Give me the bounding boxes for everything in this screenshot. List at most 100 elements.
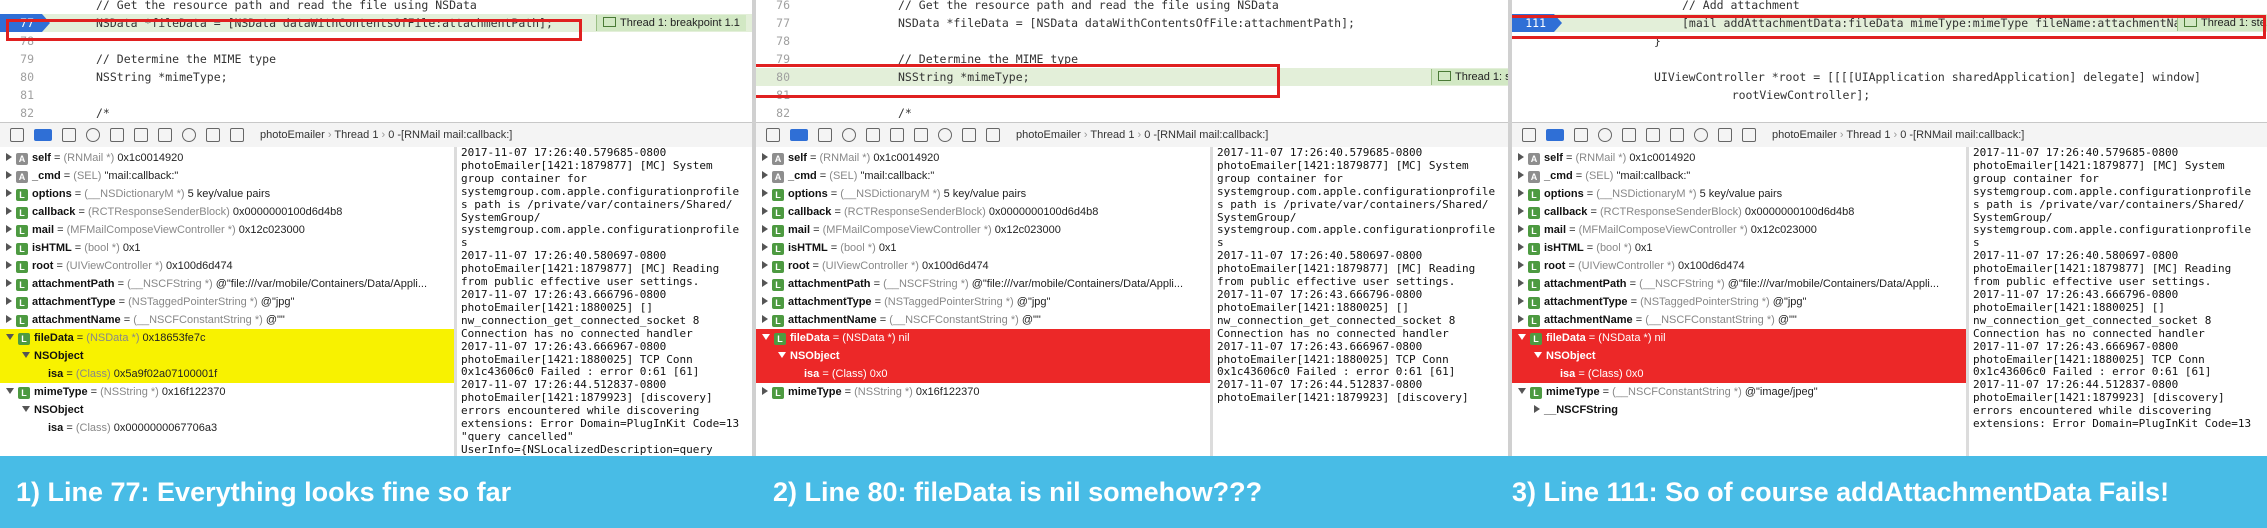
disclosure-collapsed-icon[interactable]	[1518, 207, 1524, 215]
variable-row[interactable]: LmimeType = (NSString *) 0x16f122370	[756, 383, 1210, 401]
step-over-icon[interactable]	[842, 128, 856, 142]
disclosure-collapsed-icon[interactable]	[762, 153, 768, 161]
breadcrumb-app[interactable]: photoEmailer	[1772, 129, 1837, 141]
variable-row[interactable]: LattachmentType = (NSTaggedPointerString…	[0, 293, 454, 311]
hide-debug-area-icon[interactable]	[1522, 128, 1536, 142]
line-number[interactable]	[1512, 0, 1554, 14]
code-line[interactable]: 82 /*	[756, 104, 1508, 122]
line-number[interactable]: 78	[756, 32, 798, 50]
disclosure-collapsed-icon[interactable]	[6, 261, 12, 269]
code-line[interactable]: 80 NSString *mimeType;	[0, 68, 752, 86]
disclosure-collapsed-icon[interactable]	[762, 207, 768, 215]
variable-row[interactable]: Lmail = (MFMailComposeViewController *) …	[0, 221, 454, 239]
variable-row[interactable]: LisHTML = (bool *) 0x1	[756, 239, 1210, 257]
step-out-icon[interactable]	[134, 128, 148, 142]
disclosure-expanded-icon[interactable]	[1534, 352, 1542, 358]
variables-view[interactable]: Aself = (RNMail *) 0x1c0014920 A _cmd = (S…	[1512, 147, 1966, 456]
disclosure-collapsed-icon[interactable]	[6, 297, 12, 305]
variable-row[interactable]: isa = (Class) 0x0	[756, 365, 1210, 383]
console-output[interactable]: 2017-11-07 17:26:40.579685-0800 photoEma…	[1969, 147, 2267, 456]
variable-row[interactable]: Aself = (RNMail *) 0x1c0014920	[1512, 149, 1966, 167]
environment-overrides-icon[interactable]	[206, 128, 220, 142]
disclosure-expanded-icon[interactable]	[22, 406, 30, 412]
disclosure-collapsed-icon[interactable]	[1518, 297, 1524, 305]
disclosure-collapsed-icon[interactable]	[6, 279, 12, 287]
disclosure-collapsed-icon[interactable]	[762, 225, 768, 233]
disclosure-collapsed-icon[interactable]	[1518, 315, 1524, 323]
code-line[interactable]	[1512, 104, 2267, 122]
disclosure-collapsed-icon[interactable]	[1518, 279, 1524, 287]
variable-row[interactable]: LfileData = (NSData *) 0x18653fe7c	[0, 329, 454, 347]
variable-row[interactable]: NSObject	[756, 347, 1210, 365]
line-number[interactable]: 76	[756, 0, 798, 14]
continue-icon[interactable]	[1574, 128, 1588, 142]
code-line[interactable]: 81	[0, 86, 752, 104]
variable-row[interactable]: LattachmentPath = (__NSCFString *) @"fil…	[1512, 275, 1966, 293]
disclosure-collapsed-icon[interactable]	[1518, 153, 1524, 161]
breadcrumb-app[interactable]: photoEmailer	[1016, 129, 1081, 141]
step-over-icon[interactable]	[86, 128, 100, 142]
variable-row[interactable]: Loptions = (__NSDictionaryM *) 5 key/val…	[1512, 185, 1966, 203]
variable-row[interactable]: Lmail = (MFMailComposeViewController *) …	[1512, 221, 1966, 239]
variable-row[interactable]: isa = (Class) 0x0	[1512, 365, 1966, 383]
variable-row[interactable]: LfileData = (NSData *) nil	[756, 329, 1210, 347]
breakpoints-toggle-icon[interactable]	[34, 129, 52, 141]
disclosure-expanded-icon[interactable]	[762, 334, 770, 340]
variable-row[interactable]: A _cmd = (SEL) "mail:callback:"	[756, 167, 1210, 185]
environment-overrides-icon[interactable]	[962, 128, 976, 142]
disclosure-collapsed-icon[interactable]	[762, 279, 768, 287]
disclosure-collapsed-icon[interactable]	[762, 261, 768, 269]
variable-row[interactable]: Lcallback = (RCTResponseSenderBlock) 0x0…	[756, 203, 1210, 221]
line-number[interactable]: 82	[756, 104, 798, 122]
variable-row[interactable]: NSObject	[1512, 347, 1966, 365]
line-number[interactable]	[0, 0, 42, 14]
breakpoints-toggle-icon[interactable]	[1546, 129, 1564, 141]
disclosure-collapsed-icon[interactable]	[1518, 171, 1524, 179]
variable-row[interactable]: isa = (Class) 0x5a9f02a07100001f	[0, 365, 454, 383]
variable-row[interactable]: Lcallback = (RCTResponseSenderBlock) 0x0…	[0, 203, 454, 221]
code-line[interactable]: rootViewController];	[1512, 86, 2267, 104]
variable-row[interactable]: Aself = (RNMail *) 0x1c0014920	[756, 149, 1210, 167]
step-into-icon[interactable]	[866, 128, 880, 142]
breadcrumb-frame[interactable]: 0 -[RNMail mail:callback:]	[388, 129, 512, 141]
disclosure-expanded-icon[interactable]	[1518, 388, 1526, 394]
hide-debug-area-icon[interactable]	[766, 128, 780, 142]
memory-graph-icon[interactable]	[182, 128, 196, 142]
variable-row[interactable]: LfileData = (NSData *) nil	[1512, 329, 1966, 347]
variable-row[interactable]: Aself = (RNMail *) 0x1c0014920	[0, 149, 454, 167]
line-number[interactable]: 82	[0, 104, 42, 122]
breakpoints-toggle-icon[interactable]	[790, 129, 808, 141]
variable-row[interactable]: LmimeType = (NSString *) 0x16f122370	[0, 383, 454, 401]
disclosure-collapsed-icon[interactable]	[762, 171, 768, 179]
variable-row[interactable]: NSObject	[0, 347, 454, 365]
breadcrumb-frame[interactable]: 0 -[RNMail mail:callback:]	[1900, 129, 2024, 141]
code-line[interactable]: 76 // Get the resource path and read the …	[756, 0, 1508, 14]
step-out-icon[interactable]	[1646, 128, 1660, 142]
variable-row[interactable]: NSObject	[0, 401, 454, 419]
code-editor[interactable]: // Add attachment 111 [mail addAttachmentD…	[1512, 0, 2267, 122]
line-number[interactable]	[1512, 68, 1554, 86]
breadcrumb-frame[interactable]: 0 -[RNMail mail:callback:]	[1144, 129, 1268, 141]
step-over-icon[interactable]	[1598, 128, 1612, 142]
step-out-icon[interactable]	[890, 128, 904, 142]
variable-row[interactable]: Loptions = (__NSDictionaryM *) 5 key/val…	[756, 185, 1210, 203]
continue-icon[interactable]	[62, 128, 76, 142]
code-line[interactable]: UIViewController *root = [[[[UIApplicati…	[1512, 68, 2267, 86]
location-icon[interactable]	[1742, 128, 1756, 142]
step-into-icon[interactable]	[1622, 128, 1636, 142]
disclosure-collapsed-icon[interactable]	[762, 189, 768, 197]
variable-row[interactable]: LattachmentName = (__NSCFConstantString …	[756, 311, 1210, 329]
disclosure-collapsed-icon[interactable]	[1518, 225, 1524, 233]
variable-row[interactable]: LisHTML = (bool *) 0x1	[1512, 239, 1966, 257]
code-line[interactable]: 82 /*	[0, 104, 752, 122]
view-hierarchy-icon[interactable]	[1670, 128, 1684, 142]
line-number[interactable]: 77	[756, 14, 798, 32]
variable-row[interactable]: A _cmd = (SEL) "mail:callback:"	[1512, 167, 1966, 185]
variable-row[interactable]: Loptions = (__NSDictionaryM *) 5 key/val…	[0, 185, 454, 203]
view-hierarchy-icon[interactable]	[158, 128, 172, 142]
breadcrumb-thread[interactable]: Thread 1	[334, 129, 378, 141]
disclosure-expanded-icon[interactable]	[6, 334, 14, 340]
disclosure-collapsed-icon[interactable]	[762, 297, 768, 305]
variable-row[interactable]: Lroot = (UIViewController *) 0x100d6d474	[0, 257, 454, 275]
breadcrumb-app[interactable]: photoEmailer	[260, 129, 325, 141]
